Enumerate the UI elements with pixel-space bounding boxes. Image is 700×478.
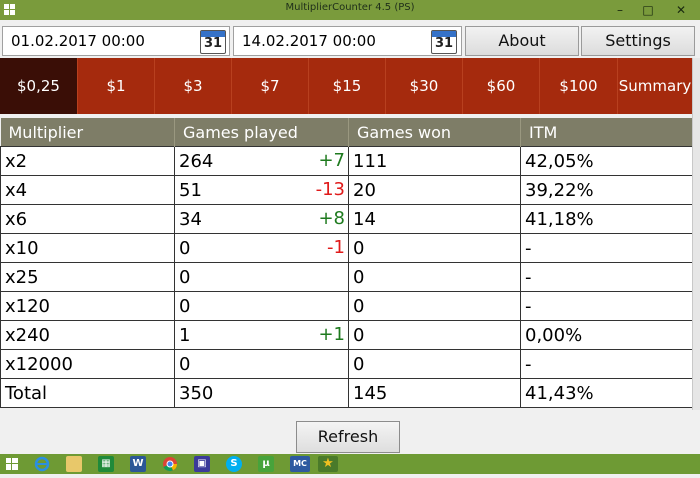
multiplier-cell: x25	[0, 262, 175, 292]
internet-explorer-icon[interactable]	[34, 456, 50, 472]
column-header-games-won[interactable]: Games won	[348, 118, 521, 147]
word-icon[interactable]: W	[130, 456, 146, 472]
multiplier-cell: x120	[0, 291, 175, 321]
save-disk-icon[interactable]: ▣	[194, 456, 210, 472]
games-won-cell: 0	[348, 233, 521, 263]
table-row[interactable]: x25 0 0 -	[0, 262, 693, 292]
itm-cell: 42,05%	[520, 146, 693, 176]
multiplier-cell: x2	[0, 146, 175, 176]
mc-app-icon[interactable]: MC	[290, 456, 310, 472]
itm-cell: -	[520, 349, 693, 379]
games-played-cell: 0	[174, 349, 349, 379]
column-header-multiplier[interactable]: Multiplier	[0, 118, 175, 147]
total-label-cell: Total	[0, 378, 175, 408]
games-played-cell: 51 -13	[174, 175, 349, 205]
itm-cell: -	[520, 291, 693, 321]
itm-cell: -	[520, 233, 693, 263]
tab-1[interactable]: $1	[78, 58, 155, 114]
games-played-cell: 1 +1	[174, 320, 349, 350]
multiplier-cell: x240	[0, 320, 175, 350]
itm-cell: 39,22%	[520, 175, 693, 205]
tab-3[interactable]: $3	[155, 58, 232, 114]
calendar-icon[interactable]: 31	[200, 30, 226, 54]
table-row-total[interactable]: Total 350 145 41,43%	[0, 378, 693, 408]
table-row[interactable]: x2 264 +7 111 42,05%	[0, 146, 693, 176]
games-won-cell: 0	[348, 262, 521, 292]
games-won-cell: 0	[348, 291, 521, 321]
column-header-games-played[interactable]: Games played	[174, 118, 349, 147]
table-row[interactable]: x120 0 0 -	[0, 291, 693, 321]
games-played-cell: 0	[174, 291, 349, 321]
calendar-icon[interactable]: 31	[431, 30, 457, 54]
settings-button[interactable]: Settings	[581, 26, 695, 56]
window-titlebar[interactable]: MultiplierCounter 4.5 (PS) – □ ✕	[0, 0, 700, 20]
tab-7[interactable]: $7	[232, 58, 309, 114]
table-row[interactable]: x6 34 +8 14 41,18%	[0, 204, 693, 234]
star-app-icon[interactable]: ★	[318, 456, 338, 472]
delta-badge: -1	[327, 237, 345, 258]
delta-badge: +8	[318, 208, 345, 229]
games-won-cell: 111	[348, 146, 521, 176]
tab-60[interactable]: $60	[463, 58, 540, 114]
games-played-cell: 34 +8	[174, 204, 349, 234]
table-row[interactable]: x240 1 +1 0 0,00%	[0, 320, 693, 350]
total-played-cell: 350	[174, 378, 349, 408]
date-to-field[interactable]: 14.02.2017 00:00 31	[233, 26, 462, 56]
tab-100[interactable]: $100	[540, 58, 618, 114]
window-title: MultiplierCounter 4.5 (PS)	[285, 2, 415, 13]
itm-cell: 41,18%	[520, 204, 693, 234]
chrome-icon[interactable]	[162, 456, 178, 472]
games-won-cell: 0	[348, 349, 521, 379]
delta-badge: +7	[318, 150, 345, 171]
delta-badge: +1	[318, 324, 345, 345]
refresh-button[interactable]: Refresh	[296, 421, 400, 453]
store-icon[interactable]: ▦	[98, 456, 114, 472]
games-played-cell: 0 -1	[174, 233, 349, 263]
close-icon[interactable]: ✕	[662, 0, 700, 20]
column-header-itm[interactable]: ITM	[520, 118, 693, 147]
window-edge	[692, 58, 700, 410]
file-explorer-icon[interactable]	[66, 456, 82, 472]
date-to-value: 14.02.2017 00:00	[242, 32, 376, 50]
minimize-icon[interactable]: –	[606, 0, 634, 20]
tab-0-25[interactable]: $0,25	[0, 58, 78, 114]
table-row[interactable]: x12000 0 0 -	[0, 349, 693, 379]
windows-taskbar: ▦ W ▣ S µ MC ★	[0, 454, 700, 474]
total-won-cell: 145	[348, 378, 521, 408]
multiplier-cell: x4	[0, 175, 175, 205]
skype-icon[interactable]: S	[226, 456, 242, 472]
itm-cell: 0,00%	[520, 320, 693, 350]
table-row[interactable]: x4 51 -13 20 39,22%	[0, 175, 693, 205]
windows-start-icon[interactable]	[6, 458, 18, 470]
games-won-cell: 14	[348, 204, 521, 234]
multiplier-table: Multiplier Games played Games won ITM x2…	[0, 118, 693, 408]
tab-15[interactable]: $15	[309, 58, 386, 114]
multiplier-cell: x10	[0, 233, 175, 263]
maximize-icon[interactable]: □	[634, 0, 662, 20]
multiplier-cell: x12000	[0, 349, 175, 379]
date-from-value: 01.02.2017 00:00	[11, 32, 145, 50]
tab-summary[interactable]: Summary	[618, 58, 692, 114]
total-itm-cell: 41,43%	[520, 378, 693, 408]
tab-30[interactable]: $30	[386, 58, 463, 114]
delta-badge: -13	[315, 179, 345, 200]
about-button[interactable]: About	[465, 26, 579, 56]
table-row[interactable]: x10 0 -1 0 -	[0, 233, 693, 263]
date-from-field[interactable]: 01.02.2017 00:00 31	[2, 26, 230, 56]
games-played-cell: 264 +7	[174, 146, 349, 176]
games-won-cell: 20	[348, 175, 521, 205]
stake-tabs: $0,25 $1 $3 $7 $15 $30 $60 $100 Summary	[0, 58, 692, 114]
games-played-cell: 0	[174, 262, 349, 292]
itm-cell: -	[520, 262, 693, 292]
utorrent-icon[interactable]: µ	[258, 456, 274, 472]
multiplier-cell: x6	[0, 204, 175, 234]
games-won-cell: 0	[348, 320, 521, 350]
table-header-row: Multiplier Games played Games won ITM	[0, 118, 693, 147]
